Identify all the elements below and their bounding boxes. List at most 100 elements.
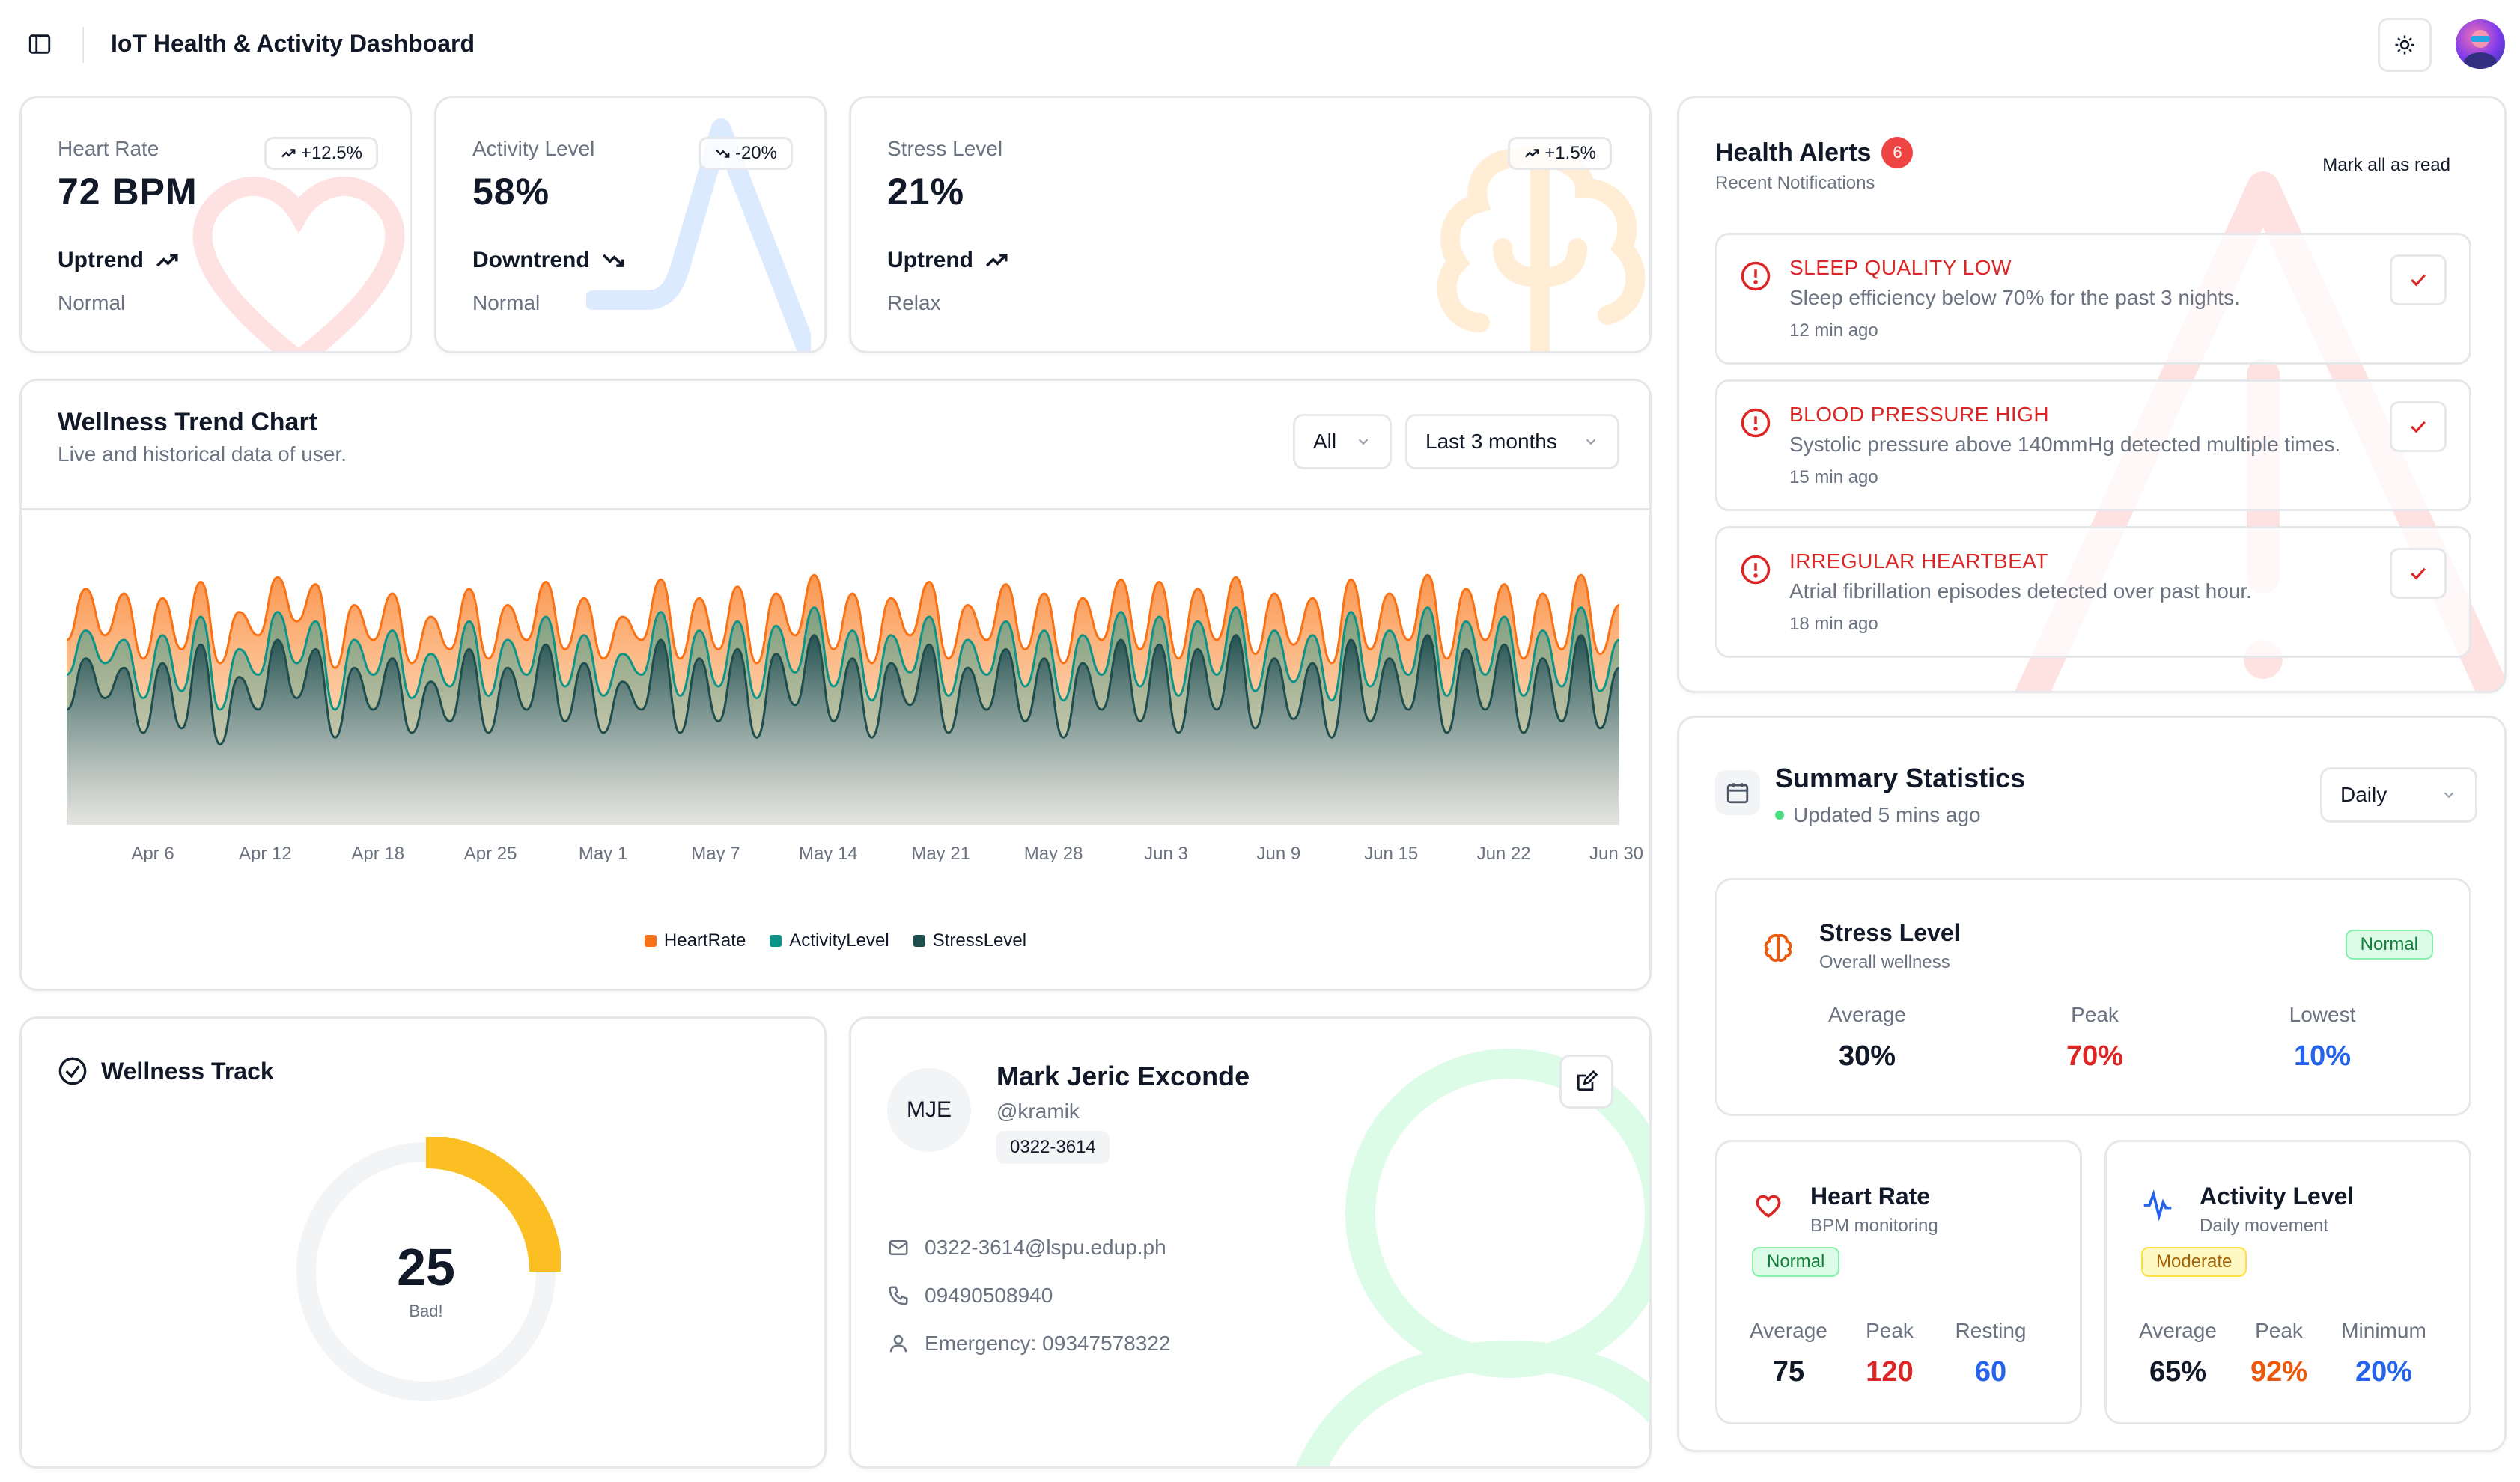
- alert-circle-icon: [1741, 408, 1771, 438]
- alert-time: 12 min ago: [1789, 320, 1878, 341]
- stress-summary-subtitle: Overall wellness: [1819, 952, 1950, 972]
- metric-status: Normal: [58, 291, 126, 314]
- contact-email-row: 0322-3614@lspu.edup.ph: [887, 1236, 1166, 1260]
- summary-title: Summary Statistics: [1775, 763, 2026, 793]
- brain-icon: [1764, 933, 1792, 962]
- summary-updated: Updated 5 mins ago: [1775, 803, 1981, 827]
- date-range-value: Last 3 months: [1425, 430, 1557, 453]
- series-filter-value: All: [1313, 430, 1337, 453]
- series-filter-select[interactable]: All: [1293, 414, 1392, 469]
- stat-label: Average: [1750, 1319, 1827, 1342]
- status-badge: Normal: [2345, 930, 2433, 960]
- change-text: +12.5%: [300, 143, 362, 163]
- user-avatar[interactable]: [2456, 19, 2505, 69]
- metric-label: Activity Level: [472, 137, 595, 160]
- status-badge: Normal: [1752, 1247, 1840, 1277]
- legend-label: HeartRate: [663, 930, 746, 951]
- mark-read-button[interactable]: [2390, 401, 2447, 452]
- wellness-trend-chart-card: Wellness Trend Chart Live and historical…: [19, 379, 1652, 991]
- stat-label: Peak: [1866, 1319, 1914, 1342]
- legend-swatch: [770, 935, 782, 947]
- chart-title: Wellness Trend Chart: [58, 408, 318, 436]
- profile-card: MJE Mark Jeric Exconde @kramik 0322-3614…: [849, 1016, 1652, 1469]
- stat-value: 65%: [2149, 1356, 2207, 1388]
- contact-emergency-row: Emergency: 09347578322: [887, 1332, 1170, 1356]
- change-text: +1.5%: [1544, 143, 1596, 163]
- alerts-title: Health Alerts: [1715, 138, 1872, 167]
- x-tick-label: May 21: [911, 844, 970, 862]
- period-select[interactable]: Daily: [2320, 767, 2477, 823]
- x-tick-label: Jun 15: [1364, 844, 1418, 862]
- edit-profile-button[interactable]: [1559, 1055, 1613, 1109]
- chart-subtitle: Live and historical data of user.: [58, 442, 347, 466]
- wellness-score: 25: [397, 1238, 455, 1296]
- contact-email[interactable]: 0322-3614@lspu.edup.ph: [925, 1236, 1166, 1260]
- wellness-score-label: Bad!: [409, 1302, 443, 1320]
- stat-label: Average: [2139, 1319, 2217, 1342]
- summary-statistics-card: Summary Statistics Updated 5 mins ago Da…: [1677, 716, 2507, 1452]
- legend-swatch: [644, 935, 657, 947]
- mark-read-button[interactable]: [2390, 254, 2447, 305]
- theme-toggle-button[interactable]: [2378, 18, 2432, 72]
- heart-summary-title: Heart Rate: [1810, 1183, 1931, 1210]
- trending-up-icon: [1525, 149, 1539, 158]
- metric-value: 58%: [472, 171, 550, 213]
- trend-label: Uptrend: [887, 248, 973, 272]
- metric-label: Heart Rate: [58, 137, 159, 160]
- avatar-image-icon: [2464, 30, 2497, 69]
- stat-value: 30%: [1838, 1040, 1896, 1072]
- area-chart: Apr 6 Apr 12 Apr 18 Apr 25 May 1 May 7 May 14 M…: [66, 573, 1643, 862]
- alerts-heading: Health Alerts 6: [1715, 137, 1914, 168]
- phone-icon: [889, 1286, 908, 1305]
- change-text: -20%: [734, 143, 777, 163]
- metric-value: 21%: [887, 171, 965, 213]
- sun-icon: [2395, 35, 2414, 55]
- mark-read-button[interactable]: [2390, 548, 2447, 599]
- alert-title: SLEEP QUALITY LOW: [1789, 256, 2012, 279]
- x-tick-label: Jun 30: [1589, 844, 1643, 862]
- stress-summary-card: Stress Level Overall wellness Normal Ave…: [1715, 878, 2471, 1116]
- legend-item: HeartRate: [644, 930, 746, 951]
- trending-up-icon: [985, 254, 1008, 267]
- stat-value: 10%: [2293, 1040, 2352, 1072]
- stat-label: Lowest: [2289, 1003, 2356, 1026]
- chevron-down-icon: [2444, 792, 2454, 799]
- stat-label: Resting: [1955, 1319, 2027, 1342]
- x-tick-label: Apr 12: [239, 844, 292, 862]
- stat-label: Peak: [2071, 1003, 2119, 1026]
- change-badge: -20%: [698, 137, 793, 170]
- trend-row: Uptrend: [58, 248, 180, 273]
- alert-item: SLEEP QUALITY LOW Sleep efficiency below…: [1715, 233, 2471, 365]
- sidebar-toggle-icon[interactable]: [27, 31, 52, 57]
- status-badge: Moderate: [2141, 1247, 2247, 1277]
- stat-label: Average: [1828, 1003, 1906, 1026]
- calendar-icon-wrap: [1715, 770, 1760, 815]
- metric-status: Normal: [472, 291, 541, 314]
- x-tick-label: May 14: [799, 844, 858, 862]
- check-icon: [2411, 274, 2426, 287]
- change-badge: +1.5%: [1508, 137, 1612, 170]
- chart-legend: HeartRate ActivityLevel StressLevel: [22, 930, 1649, 951]
- alert-description: Atrial fibrillation episodes detected ov…: [1789, 579, 2252, 603]
- stat-label: Peak: [2255, 1319, 2303, 1342]
- x-tick-label: Apr 6: [131, 844, 174, 862]
- alerts-subtitle: Recent Notifications: [1715, 173, 1875, 193]
- x-tick-label: Jun 9: [1256, 844, 1300, 862]
- legend-item: ActivityLevel: [770, 930, 889, 951]
- profile-avatar: MJE: [887, 1068, 971, 1152]
- legend-swatch: [913, 935, 925, 947]
- alert-item: BLOOD PRESSURE HIGH Systolic pressure ab…: [1715, 379, 2471, 511]
- date-range-select[interactable]: Last 3 months: [1405, 414, 1619, 469]
- chevron-down-icon: [1586, 439, 1596, 445]
- edit-icon: [1577, 1070, 1598, 1091]
- brain-watermark-icon: [1437, 146, 1646, 351]
- contact-phone-row: 09490508940: [887, 1284, 1053, 1308]
- contact-phone[interactable]: 09490508940: [925, 1284, 1053, 1308]
- chevron-down-icon: [1358, 439, 1369, 445]
- trend-row: Downtrend: [472, 248, 626, 273]
- mark-all-read-button[interactable]: Mark all as read: [2322, 155, 2450, 176]
- check-icon: [2411, 567, 2426, 580]
- trend-row: Uptrend: [887, 248, 1009, 273]
- heart-icon: [1756, 1195, 1781, 1218]
- activity-summary-card: Activity Level Daily movement Moderate A…: [2104, 1140, 2471, 1424]
